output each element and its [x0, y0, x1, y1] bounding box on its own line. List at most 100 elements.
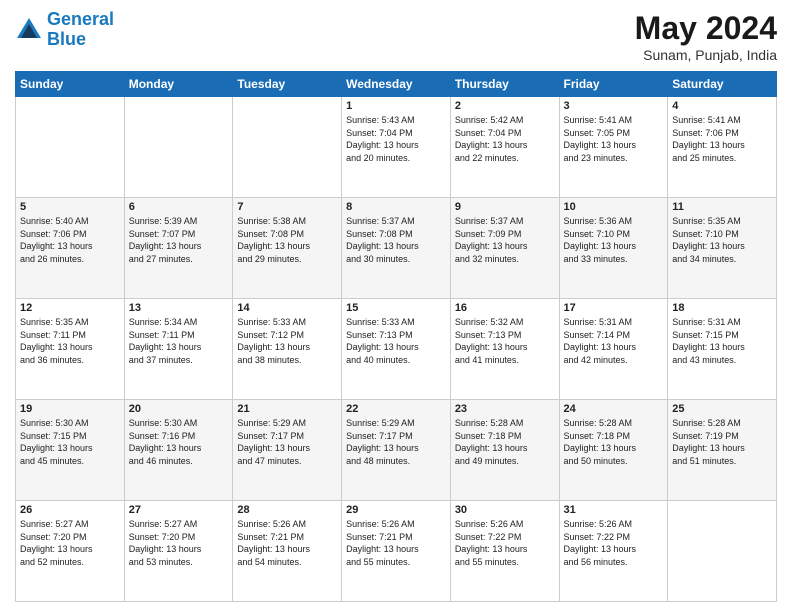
day-number: 2	[455, 100, 555, 112]
calendar-cell: 11 Sunrise: 5:35 AM Sunset: 7:10 PM Dayli…	[668, 198, 777, 299]
calendar-cell: 19 Sunrise: 5:30 AM Sunset: 7:15 PM Dayli…	[16, 400, 125, 501]
day-number: 25	[672, 403, 772, 415]
calendar-cell: 13Sunrise: 5:34 AM Sunset: 7:11 PM Dayli…	[124, 299, 233, 400]
day-number: 12	[20, 302, 120, 314]
weekday-header: Wednesday	[342, 72, 451, 97]
day-number: 6	[129, 201, 229, 213]
calendar-cell: 7 Sunrise: 5:38 AM Sunset: 7:08 PM Daylig…	[233, 198, 342, 299]
calendar-cell	[124, 97, 233, 198]
cell-info: Sunrise: 5:26 AM Sunset: 7:22 PM Dayligh…	[564, 518, 664, 568]
cell-info: Sunrise: 5:43 AM Sunset: 7:04 PM Dayligh…	[346, 114, 446, 164]
weekday-header: Monday	[124, 72, 233, 97]
calendar-cell	[233, 97, 342, 198]
calendar-cell: 8 Sunrise: 5:37 AM Sunset: 7:08 PM Daylig…	[342, 198, 451, 299]
page: General Blue May 2024 Sunam, Punjab, Ind…	[0, 0, 792, 612]
cell-info: Sunrise: 5:31 AM Sunset: 7:15 PM Dayligh…	[672, 316, 772, 366]
day-number: 24	[564, 403, 664, 415]
calendar-cell: 22Sunrise: 5:29 AM Sunset: 7:17 PM Dayli…	[342, 400, 451, 501]
logo-icon	[15, 16, 43, 44]
calendar-cell: 9 Sunrise: 5:37 AM Sunset: 7:09 PM Daylig…	[450, 198, 559, 299]
calendar-cell: 12 Sunrise: 5:35 AM Sunset: 7:11 PM Dayli…	[16, 299, 125, 400]
calendar-cell: 16 Sunrise: 5:32 AM Sunset: 7:13 PM Dayli…	[450, 299, 559, 400]
cell-info: Sunrise: 5:37 AM Sunset: 7:08 PM Dayligh…	[346, 215, 446, 265]
cell-info: Sunrise: 5:38 AM Sunset: 7:08 PM Dayligh…	[237, 215, 337, 265]
day-number: 30	[455, 504, 555, 516]
weekday-header: Sunday	[16, 72, 125, 97]
calendar-cell: 17 Sunrise: 5:31 AM Sunset: 7:14 PM Dayli…	[559, 299, 668, 400]
cell-info: Sunrise: 5:35 AM Sunset: 7:11 PM Dayligh…	[20, 316, 120, 366]
cell-info: Sunrise: 5:31 AM Sunset: 7:14 PM Dayligh…	[564, 316, 664, 366]
calendar-cell: 15Sunrise: 5:33 AM Sunset: 7:13 PM Dayli…	[342, 299, 451, 400]
cell-info: Sunrise: 5:39 AM Sunset: 7:07 PM Dayligh…	[129, 215, 229, 265]
calendar-cell: 29Sunrise: 5:26 AM Sunset: 7:21 PM Dayli…	[342, 501, 451, 602]
cell-info: Sunrise: 5:26 AM Sunset: 7:22 PM Dayligh…	[455, 518, 555, 568]
day-number: 10	[564, 201, 664, 213]
calendar-cell: 3Sunrise: 5:41 AM Sunset: 7:05 PM Daylig…	[559, 97, 668, 198]
day-number: 17	[564, 302, 664, 314]
cell-info: Sunrise: 5:28 AM Sunset: 7:19 PM Dayligh…	[672, 417, 772, 467]
calendar: SundayMondayTuesdayWednesdayThursdayFrid…	[15, 71, 777, 602]
day-number: 19	[20, 403, 120, 415]
cell-info: Sunrise: 5:27 AM Sunset: 7:20 PM Dayligh…	[20, 518, 120, 568]
weekday-header: Friday	[559, 72, 668, 97]
calendar-week-row: 19 Sunrise: 5:30 AM Sunset: 7:15 PM Dayli…	[16, 400, 777, 501]
calendar-cell: 1 Sunrise: 5:43 AM Sunset: 7:04 PM Daylig…	[342, 97, 451, 198]
day-number: 27	[129, 504, 229, 516]
calendar-cell: 31Sunrise: 5:26 AM Sunset: 7:22 PM Dayli…	[559, 501, 668, 602]
day-number: 14	[237, 302, 337, 314]
cell-info: Sunrise: 5:28 AM Sunset: 7:18 PM Dayligh…	[455, 417, 555, 467]
day-number: 9	[455, 201, 555, 213]
cell-info: Sunrise: 5:30 AM Sunset: 7:15 PM Dayligh…	[20, 417, 120, 467]
cell-info: Sunrise: 5:42 AM Sunset: 7:04 PM Dayligh…	[455, 114, 555, 164]
cell-info: Sunrise: 5:37 AM Sunset: 7:09 PM Dayligh…	[455, 215, 555, 265]
cell-info: Sunrise: 5:40 AM Sunset: 7:06 PM Dayligh…	[20, 215, 120, 265]
day-number: 18	[672, 302, 772, 314]
day-number: 16	[455, 302, 555, 314]
calendar-cell: 30 Sunrise: 5:26 AM Sunset: 7:22 PM Dayli…	[450, 501, 559, 602]
day-number: 26	[20, 504, 120, 516]
day-number: 23	[455, 403, 555, 415]
cell-info: Sunrise: 5:41 AM Sunset: 7:06 PM Dayligh…	[672, 114, 772, 164]
cell-info: Sunrise: 5:33 AM Sunset: 7:12 PM Dayligh…	[237, 316, 337, 366]
calendar-cell: 2 Sunrise: 5:42 AM Sunset: 7:04 PM Daylig…	[450, 97, 559, 198]
cell-info: Sunrise: 5:26 AM Sunset: 7:21 PM Dayligh…	[346, 518, 446, 568]
day-number: 8	[346, 201, 446, 213]
calendar-cell: 21Sunrise: 5:29 AM Sunset: 7:17 PM Dayli…	[233, 400, 342, 501]
cell-info: Sunrise: 5:36 AM Sunset: 7:10 PM Dayligh…	[564, 215, 664, 265]
cell-info: Sunrise: 5:27 AM Sunset: 7:20 PM Dayligh…	[129, 518, 229, 568]
day-number: 1	[346, 100, 446, 112]
calendar-cell: 24Sunrise: 5:28 AM Sunset: 7:18 PM Dayli…	[559, 400, 668, 501]
calendar-cell: 18 Sunrise: 5:31 AM Sunset: 7:15 PM Dayli…	[668, 299, 777, 400]
calendar-cell: 28 Sunrise: 5:26 AM Sunset: 7:21 PM Dayli…	[233, 501, 342, 602]
day-number: 22	[346, 403, 446, 415]
calendar-cell: 4 Sunrise: 5:41 AM Sunset: 7:06 PM Daylig…	[668, 97, 777, 198]
cell-info: Sunrise: 5:26 AM Sunset: 7:21 PM Dayligh…	[237, 518, 337, 568]
weekday-header-row: SundayMondayTuesdayWednesdayThursdayFrid…	[16, 72, 777, 97]
cell-info: Sunrise: 5:34 AM Sunset: 7:11 PM Dayligh…	[129, 316, 229, 366]
calendar-week-row: 12 Sunrise: 5:35 AM Sunset: 7:11 PM Dayli…	[16, 299, 777, 400]
day-number: 7	[237, 201, 337, 213]
month-title: May 2024	[635, 10, 777, 47]
logo-blue: Blue	[47, 29, 86, 49]
calendar-cell: 14 Sunrise: 5:33 AM Sunset: 7:12 PM Dayli…	[233, 299, 342, 400]
day-number: 28	[237, 504, 337, 516]
title-block: May 2024 Sunam, Punjab, India	[635, 10, 777, 63]
logo-general: General	[47, 9, 114, 29]
cell-info: Sunrise: 5:29 AM Sunset: 7:17 PM Dayligh…	[237, 417, 337, 467]
cell-info: Sunrise: 5:32 AM Sunset: 7:13 PM Dayligh…	[455, 316, 555, 366]
calendar-cell	[16, 97, 125, 198]
day-number: 11	[672, 201, 772, 213]
weekday-header: Saturday	[668, 72, 777, 97]
calendar-cell: 27 Sunrise: 5:27 AM Sunset: 7:20 PM Dayli…	[124, 501, 233, 602]
calendar-cell: 6 Sunrise: 5:39 AM Sunset: 7:07 PM Daylig…	[124, 198, 233, 299]
day-number: 4	[672, 100, 772, 112]
cell-info: Sunrise: 5:35 AM Sunset: 7:10 PM Dayligh…	[672, 215, 772, 265]
calendar-week-row: 26 Sunrise: 5:27 AM Sunset: 7:20 PM Dayli…	[16, 501, 777, 602]
calendar-cell: 10 Sunrise: 5:36 AM Sunset: 7:10 PM Dayli…	[559, 198, 668, 299]
calendar-week-row: 5Sunrise: 5:40 AM Sunset: 7:06 PM Daylig…	[16, 198, 777, 299]
calendar-cell: 25 Sunrise: 5:28 AM Sunset: 7:19 PM Dayli…	[668, 400, 777, 501]
weekday-header: Tuesday	[233, 72, 342, 97]
logo-text: General Blue	[47, 10, 114, 50]
logo: General Blue	[15, 10, 114, 50]
weekday-header: Thursday	[450, 72, 559, 97]
